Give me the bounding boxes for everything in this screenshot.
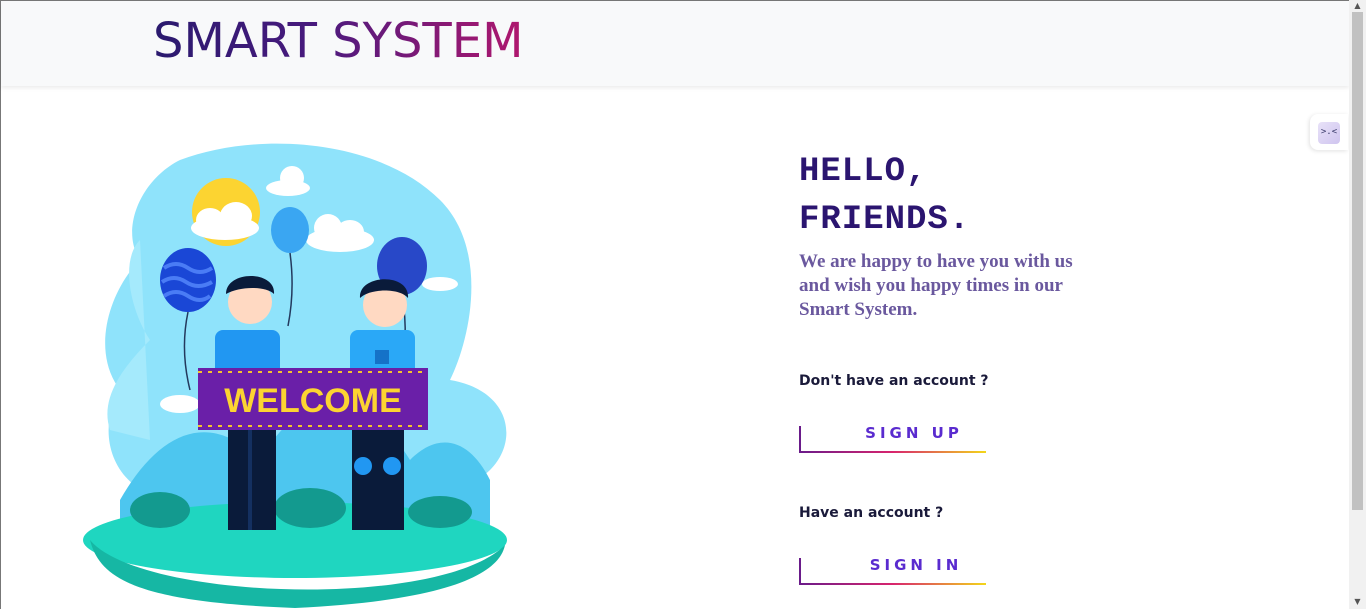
sign-up-button[interactable]: SIGN UP xyxy=(799,426,989,453)
scroll-up-arrow-icon[interactable]: ▲ xyxy=(1353,2,1362,10)
greeting-heading: HELLO, FRIENDS. xyxy=(799,148,970,244)
button-border-left xyxy=(799,426,801,453)
sign-up-label: SIGN UP xyxy=(865,424,963,442)
greeting-line-2: FRIENDS. xyxy=(799,201,971,239)
button-border-left xyxy=(799,558,801,585)
assistant-face-icon: >.< xyxy=(1318,122,1340,144)
scrollbar-thumb[interactable] xyxy=(1352,12,1363,510)
brand-logo-text[interactable]: SMART SYSTEM xyxy=(153,11,523,71)
signin-prompt: Have an account ? xyxy=(799,505,944,521)
welcome-illustration: WELCOME xyxy=(80,140,520,609)
scroll-down-arrow-icon[interactable]: ▼ xyxy=(1353,598,1362,606)
sign-in-label: SIGN IN xyxy=(869,556,963,574)
signup-prompt: Don't have an account ? xyxy=(799,373,989,389)
vertical-scrollbar[interactable]: ▲ ▼ xyxy=(1349,0,1366,609)
button-underline xyxy=(799,451,986,453)
top-navbar: SMART SYSTEM xyxy=(1,1,1349,86)
greeting-line-1: HELLO, xyxy=(799,153,928,191)
welcome-banner-text: WELCOME xyxy=(224,382,402,420)
floating-assistant-widget[interactable]: >.< xyxy=(1310,114,1348,150)
sign-in-button[interactable]: SIGN IN xyxy=(799,558,989,585)
button-underline xyxy=(799,583,986,585)
welcome-tagline: We are happy to have you with us and wis… xyxy=(799,251,1073,320)
